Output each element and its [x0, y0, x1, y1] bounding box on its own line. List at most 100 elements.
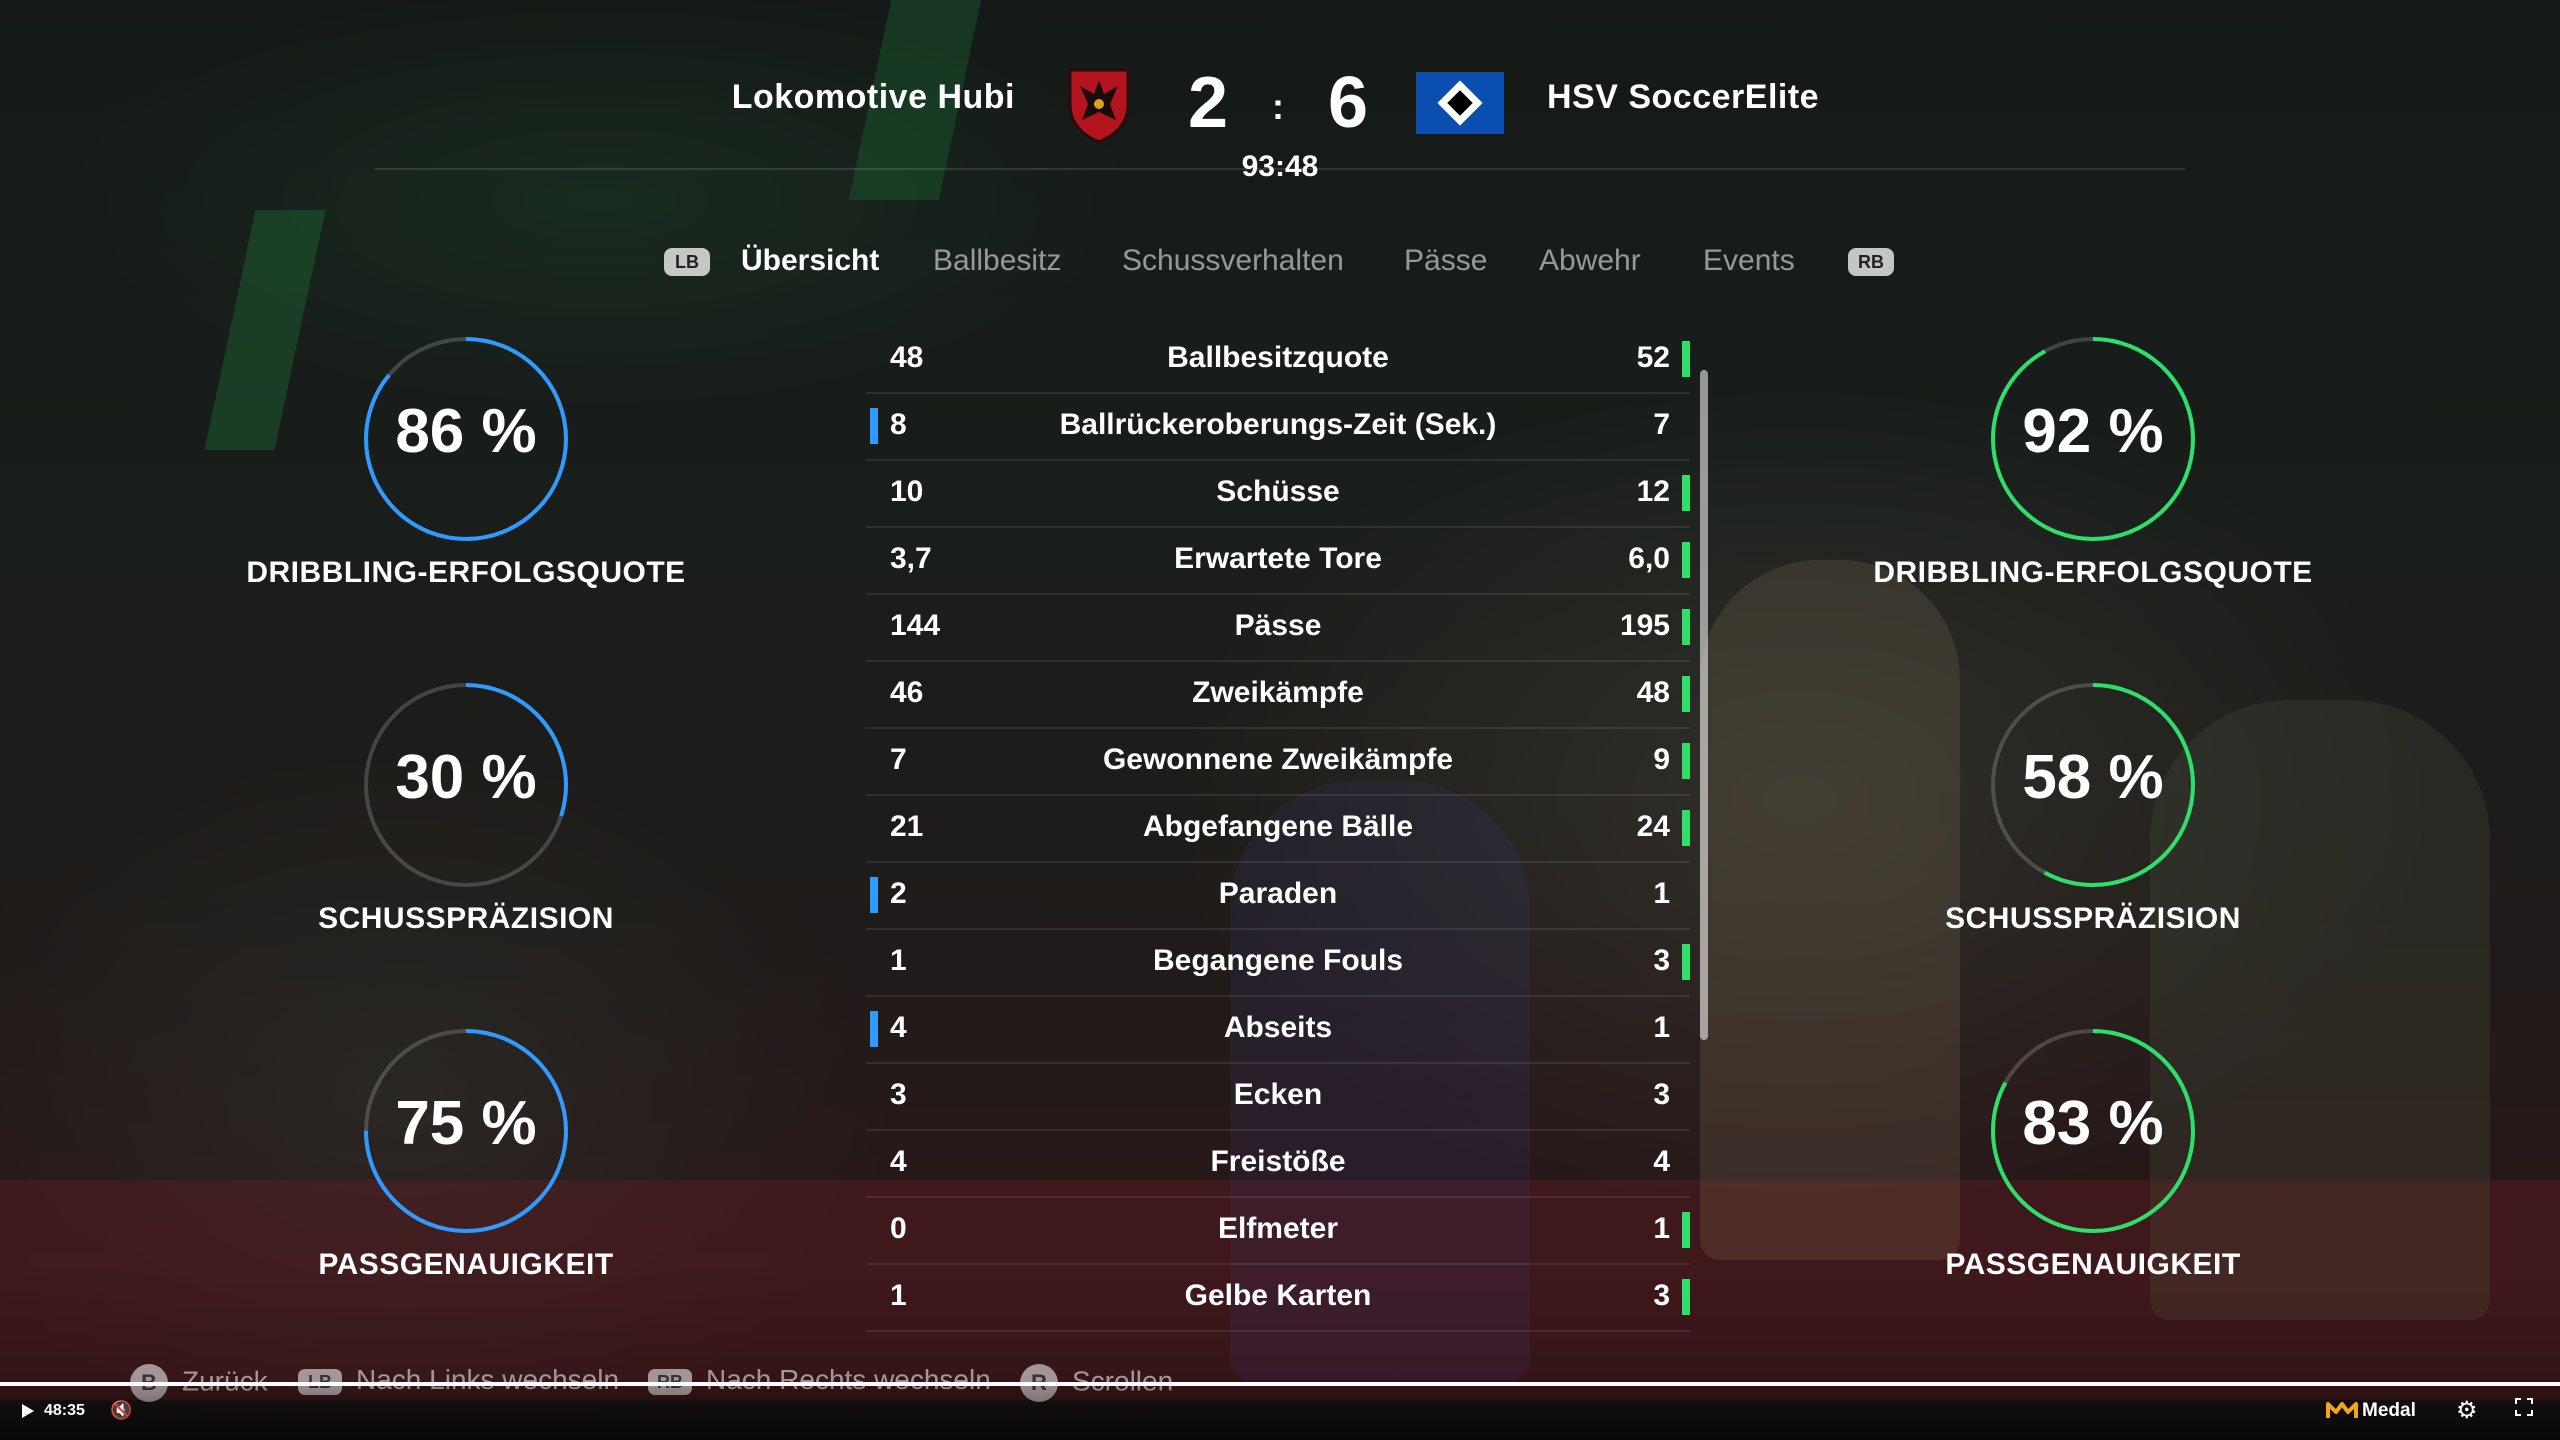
home-score: 2 [1188, 63, 1229, 143]
tab-uebersicht[interactable]: Übersicht [741, 244, 879, 278]
rb-shoulder-button[interactable]: RB [1848, 248, 1894, 276]
play-icon[interactable] [22, 1404, 34, 1418]
tab-ballbesitz[interactable]: Ballbesitz [933, 244, 1061, 278]
stat-label: Zweikämpfe [1192, 676, 1364, 709]
stats-scrollbar[interactable] [1700, 370, 1708, 1040]
away-lead-bar [1682, 341, 1690, 377]
stat-row: 21 Abgefangene Bälle 24 [866, 796, 1690, 863]
away-stat-value: 7 [1653, 408, 1670, 441]
medal-brand: Medal [2362, 1400, 2416, 1421]
gauge-value: 75 % [395, 1089, 537, 1158]
tab-events[interactable]: Events [1703, 244, 1795, 278]
stat-row: 4 Freistöße 4 [866, 1131, 1690, 1198]
away-lead-bar [1682, 676, 1690, 712]
video-player-bar: 48:35 🔇 Medal ⚙ [0, 1382, 2560, 1440]
stat-label: Freistöße [1210, 1145, 1346, 1178]
away-lead-bar [1682, 1212, 1690, 1248]
stat-row: 2 Paraden 1 [866, 863, 1690, 930]
progress-fill [0, 1382, 2560, 1386]
stat-row: 0 Elfmeter 1 [866, 1198, 1690, 1265]
away-stat-value: 12 [1636, 475, 1670, 508]
away-stat-value: 9 [1653, 743, 1670, 776]
speaker-muted-icon[interactable]: 🔇 [110, 1400, 132, 1421]
stat-row: 7 Gewonnene Zweikämpfe 9 [866, 729, 1690, 796]
away-team-name: HSV SoccerElite [1547, 78, 1820, 116]
away-pass-accuracy-gauge: 83 % PASSGENAUIGKEIT [1863, 1026, 2323, 1326]
away-stat-value: 3 [1653, 1078, 1670, 1111]
gauge-label: PASSGENAUIGKEIT [1945, 1248, 2241, 1281]
stat-label: Begangene Fouls [1152, 944, 1404, 977]
away-lead-bar [1682, 542, 1690, 578]
away-stat-value: 1 [1653, 1212, 1670, 1245]
gear-icon[interactable]: ⚙ [2456, 1396, 2478, 1425]
away-lead-bar [1682, 475, 1690, 511]
home-pass-accuracy-gauge: 75 % PASSGENAUIGKEIT [236, 1026, 696, 1326]
stat-row: 8 Ballrückeroberungs-Zeit (Sek.) 7 [866, 394, 1690, 461]
stat-row: 1 Gelbe Karten 3 [866, 1265, 1690, 1332]
stat-label: Abseits [1223, 1011, 1333, 1044]
home-team-name: Lokomotive Hubi [731, 78, 1015, 116]
gauge-value: 58 % [2022, 743, 2164, 812]
stat-row: 3,7 Erwartete Tore 6,0 [866, 528, 1690, 595]
stats-tab-bar: LB Übersicht Ballbesitz Schussverhalten … [0, 244, 2560, 284]
stat-label: Abgefangene Bälle [1142, 810, 1414, 843]
away-lead-bar [1682, 944, 1690, 980]
away-lead-bar [1682, 609, 1690, 645]
gauge-label: PASSGENAUIGKEIT [318, 1248, 614, 1281]
score-separator: : [1272, 86, 1284, 127]
medal-logo-icon [2326, 1402, 2358, 1418]
stat-label: Ecken [1233, 1078, 1323, 1111]
gauge-value: 92 % [2022, 397, 2164, 466]
away-stat-value: 1 [1653, 877, 1670, 910]
match-clock: 93:48 [1241, 150, 1319, 183]
tab-schussverhalten[interactable]: Schussverhalten [1122, 244, 1344, 278]
away-crest-icon [1416, 72, 1504, 134]
away-lead-bar [1682, 1279, 1690, 1315]
tab-paesse[interactable]: Pässe [1404, 244, 1487, 278]
away-stat-value: 24 [1636, 810, 1670, 843]
away-lead-bar [1682, 743, 1690, 779]
stat-row: 48 Ballbesitzquote 52 [866, 327, 1690, 394]
stat-label: Ballbesitzquote [1167, 341, 1389, 374]
gauge-label: SCHUSSPRÄZISION [1945, 902, 2241, 935]
stat-label: Paraden [1218, 877, 1338, 910]
match-stats-table[interactable]: 48 Ballbesitzquote 52 8 Ballrückeroberungs-… [866, 327, 1690, 1332]
stat-label: Gelbe Karten [1184, 1279, 1372, 1312]
gauge-value: 86 % [395, 397, 537, 466]
gauge-value: 83 % [2022, 1089, 2164, 1158]
away-stat-value: 3 [1653, 1279, 1670, 1312]
stat-row: 3 Ecken 3 [866, 1064, 1690, 1131]
away-stat-value: 6,0 [1628, 542, 1670, 575]
away-stat-value: 4 [1653, 1145, 1670, 1178]
away-shot-accuracy-gauge: 58 % SCHUSSPRÄZISION [1863, 680, 2323, 980]
away-stat-value: 3 [1653, 944, 1670, 977]
tab-abwehr[interactable]: Abwehr [1539, 244, 1641, 278]
header-divider [375, 168, 2185, 170]
gauge-label: DRIBBLING-ERFOLGSQUOTE [1873, 556, 2313, 589]
stat-label: Gewonnene Zweikämpfe [1102, 743, 1454, 776]
away-stat-value: 195 [1619, 609, 1670, 642]
home-crest-icon [1068, 68, 1130, 144]
stat-row: 10 Schüsse 12 [866, 461, 1690, 528]
home-shot-accuracy-gauge: 30 % SCHUSSPRÄZISION [236, 680, 696, 980]
stat-label: Schüsse [1216, 475, 1340, 508]
away-stat-value: 1 [1653, 1011, 1670, 1044]
away-stat-value: 52 [1636, 341, 1670, 374]
progress-track[interactable] [0, 1382, 2560, 1386]
stat-label: Elfmeter [1217, 1212, 1339, 1245]
fullscreen-icon[interactable] [2515, 1398, 2533, 1416]
gauge-label: DRIBBLING-ERFOLGSQUOTE [246, 556, 686, 589]
gauge-value: 30 % [395, 743, 537, 812]
stat-row: 1 Begangene Fouls 3 [866, 930, 1690, 997]
scoreboard: Lokomotive Hubi 2 : 6 HSV SoccerElite [0, 58, 2560, 148]
away-dribbling-gauge: 92 % DRIBBLING-ERFOLGSQUOTE [1863, 334, 2323, 634]
stat-label: Pässe [1234, 609, 1322, 642]
away-stat-value: 48 [1636, 676, 1670, 709]
home-dribbling-gauge: 86 % DRIBBLING-ERFOLGSQUOTE [236, 334, 696, 634]
stat-label: Erwartete Tore [1174, 542, 1382, 575]
gauge-label: SCHUSSPRÄZISION [318, 902, 614, 935]
lb-shoulder-button[interactable]: LB [664, 248, 710, 276]
stat-label: Ballrückeroberungs-Zeit (Sek.) [1059, 408, 1497, 441]
stat-row: 4 Abseits 1 [866, 997, 1690, 1064]
playback-time: 48:35 [44, 1402, 85, 1419]
